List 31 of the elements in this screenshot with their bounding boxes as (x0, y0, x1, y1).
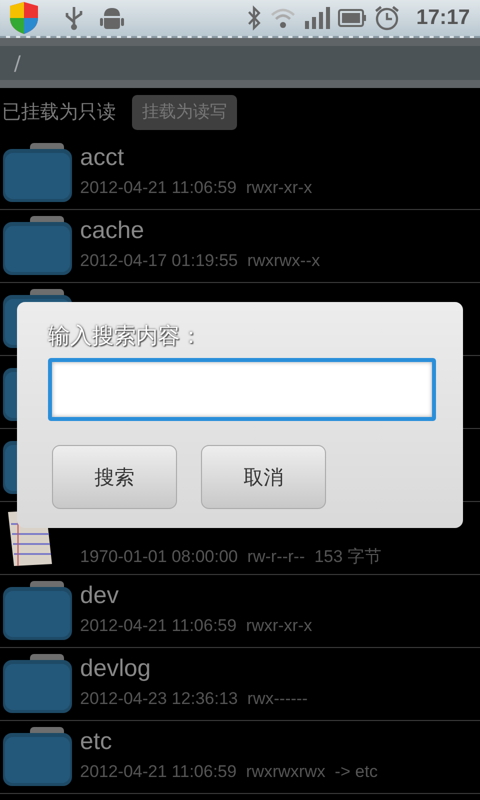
bluetooth-icon (246, 5, 262, 31)
folder-icon (2, 725, 72, 787)
folder-icon (2, 579, 72, 641)
shield-icon (8, 1, 40, 35)
search-field[interactable] (48, 358, 436, 422)
dialog-button[interactable]: 取消 (201, 445, 326, 510)
file-details: 2012-04-21 11:06:59 rwxrwxrwx -> etc (80, 761, 378, 784)
folder-icon (2, 652, 72, 714)
signal-icon (304, 7, 330, 29)
alarm-clock-icon (374, 5, 400, 31)
mount-status: 已挂载为只读 (2, 100, 116, 126)
android-icon (100, 5, 124, 31)
dialog-title: 输入搜索内容： (48, 324, 203, 350)
file-name: dev (80, 583, 120, 610)
file-name: acct (80, 145, 126, 172)
clock-time: 17:17 (416, 5, 470, 32)
dialog-button[interactable]: 搜索 (52, 445, 177, 510)
file-details: 2012-04-21 11:06:59 rwxr-xr-x (80, 177, 312, 200)
file-name: devlog (80, 656, 152, 682)
file-details: 2012-04-17 01:19:55 rwxrwx--x (80, 250, 320, 272)
file-details: 1970-01-01 08:00:00 rw-r--r-- 153 字节 (80, 546, 382, 568)
file-name: cache (80, 218, 146, 244)
file-details: 2012-04-21 11:06:59 rwxr-xr-x (80, 615, 312, 638)
battery-icon (338, 9, 366, 27)
path-text: / (14, 50, 21, 77)
wifi-icon (270, 7, 296, 29)
file-details: 2012-04-23 12:36:13 rwx------ (80, 688, 308, 710)
folder-icon (2, 214, 72, 276)
usb-icon (64, 5, 84, 31)
folder-icon (2, 141, 72, 203)
file-name: etc (80, 729, 114, 756)
